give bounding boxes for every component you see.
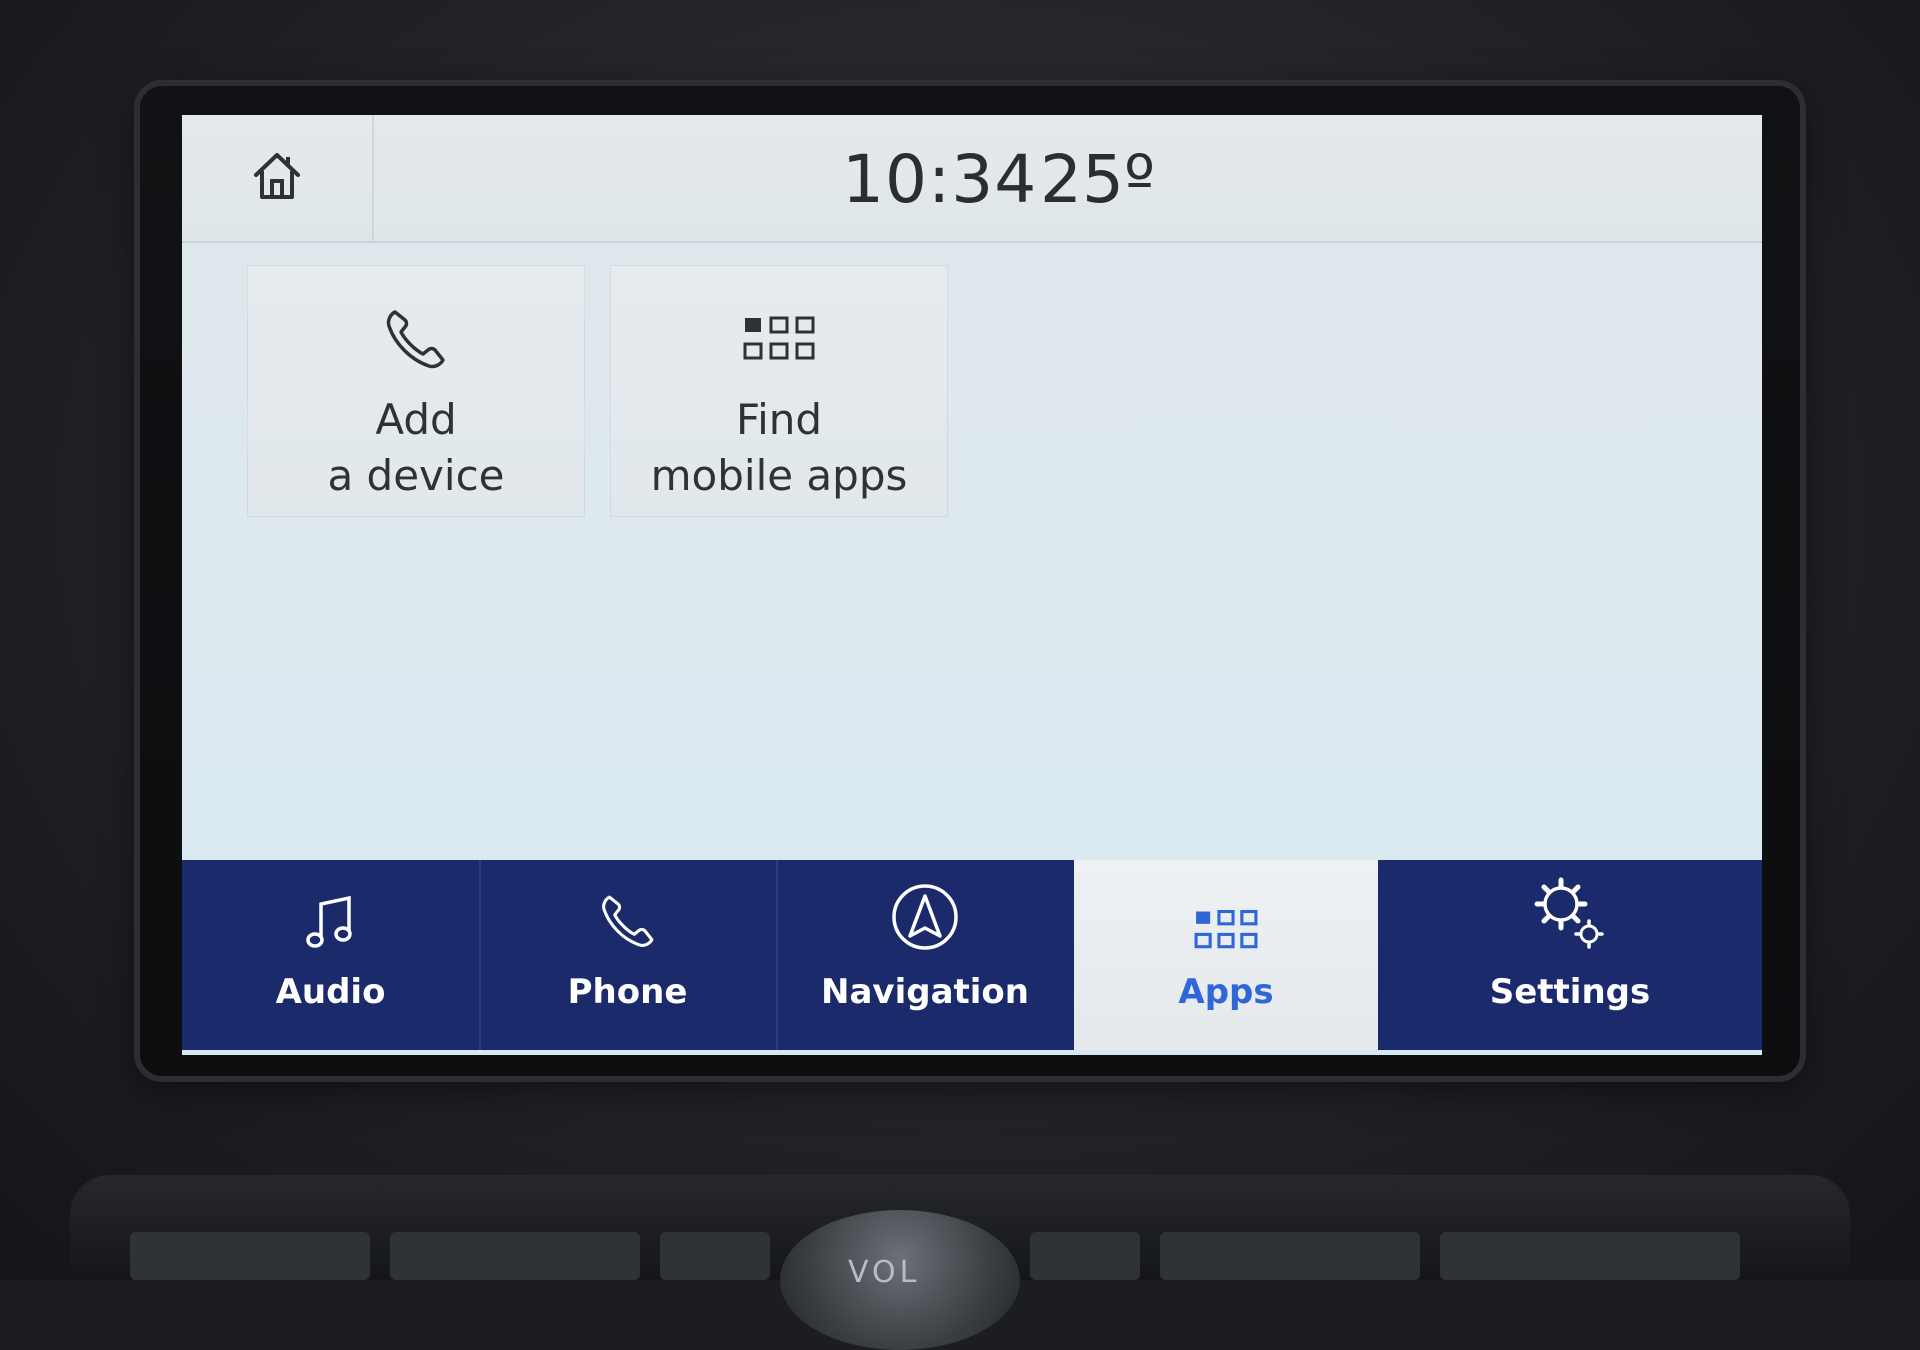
volume-knob-label: VOL [848,1255,921,1290]
tile-label-line1: Find [735,395,823,444]
phone-icon [381,304,451,378]
console-button[interactable] [130,1232,370,1280]
nav-navigation[interactable]: Navigation [776,860,1076,1050]
nav-apps[interactable]: Apps [1074,860,1378,1050]
infotainment-screen: 10:34 25º Add a device Find mobile apps … [182,115,1762,1055]
nav-audio[interactable]: Audio [182,860,481,1050]
console-button[interactable] [1030,1232,1140,1280]
bottom-nav-bar: Audio Phone Navigation Apps Settings [182,860,1762,1050]
tile-label-line1: Add [375,395,457,444]
home-button[interactable] [182,115,374,241]
nav-label: Settings [1489,972,1651,1012]
tile-label-line2: a device [327,451,505,500]
nav-label: Navigation [821,972,1029,1012]
music-note-icon [305,894,357,956]
nav-label: Apps [1178,972,1274,1012]
console-button[interactable] [660,1232,770,1280]
compass-icon [890,882,960,956]
nav-label: Phone [567,972,688,1012]
nav-settings[interactable]: Settings [1378,860,1762,1050]
home-icon [248,147,306,209]
outside-temperature: 25º [1040,141,1156,218]
nav-phone[interactable]: Phone [479,860,778,1050]
console-button[interactable] [1440,1232,1740,1280]
apps-grid-icon [743,314,815,368]
add-device-tile[interactable]: Add a device [247,265,585,517]
console-button[interactable] [1160,1232,1420,1280]
console-button[interactable] [390,1232,640,1280]
nav-label: Audio [275,972,386,1012]
find-mobile-apps-tile[interactable]: Find mobile apps [610,265,948,517]
clock: 10:34 [842,141,1038,218]
tile-label-line2: mobile apps [650,451,908,500]
status-bar: 10:34 25º [182,115,1762,243]
apps-grid-icon [1194,908,1258,956]
phone-icon [597,890,659,956]
gear-icon [1531,874,1609,956]
